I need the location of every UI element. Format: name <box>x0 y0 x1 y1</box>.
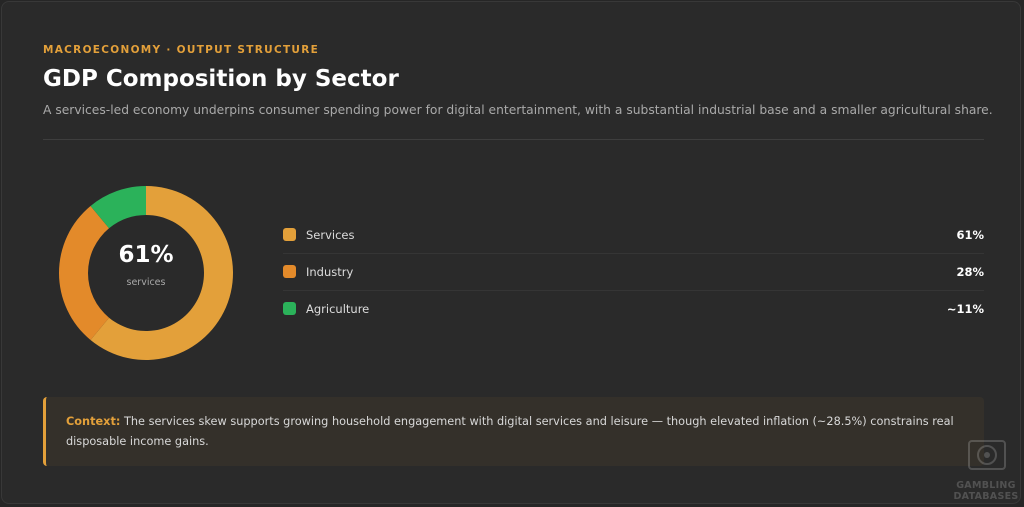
donut-center: 61% services <box>58 185 234 361</box>
legend-row-industry: Industry 28% <box>283 254 984 291</box>
page-title: GDP Composition by Sector <box>43 66 399 92</box>
watermark-line-1: GAMBLING <box>956 480 1016 491</box>
section-eyebrow: MACROECONOMY · OUTPUT STRUCTURE <box>43 44 320 56</box>
watermark-text: GAMBLING DATABASES <box>950 480 1022 502</box>
legend-name: Agriculture <box>306 302 370 316</box>
watermark-line-2: DATABASES <box>953 491 1019 502</box>
legend-name: Services <box>306 228 355 242</box>
legend-row-services: Services 61% <box>283 217 984 254</box>
watermark-logo: GAMBLING DATABASES <box>950 440 1020 504</box>
context-label: Context: <box>66 415 121 428</box>
donut-chart: 61% services <box>58 185 234 361</box>
header-divider <box>43 139 984 140</box>
legend-swatch-industry <box>283 265 296 278</box>
legend-value: 61% <box>956 228 984 242</box>
legend-value: ~11% <box>946 302 984 316</box>
legend-swatch-agriculture <box>283 302 296 315</box>
sector-legend: Services 61% Industry 28% Agriculture ~1… <box>283 217 984 328</box>
donut-center-value: 61% <box>118 242 174 268</box>
gdp-composition-card: MACROECONOMY · OUTPUT STRUCTURE GDP Comp… <box>1 1 1021 504</box>
context-callout: Context: The services skew supports grow… <box>43 397 984 466</box>
legend-value: 28% <box>956 265 984 279</box>
legend-swatch-services <box>283 228 296 241</box>
legend-name: Industry <box>306 265 354 279</box>
donut-center-label: services <box>126 277 166 288</box>
roulette-icon <box>968 440 1006 470</box>
context-text: The services skew supports growing house… <box>66 415 954 448</box>
page-subtitle: A services-led economy underpins consume… <box>43 103 993 117</box>
legend-row-agriculture: Agriculture ~11% <box>283 291 984 328</box>
